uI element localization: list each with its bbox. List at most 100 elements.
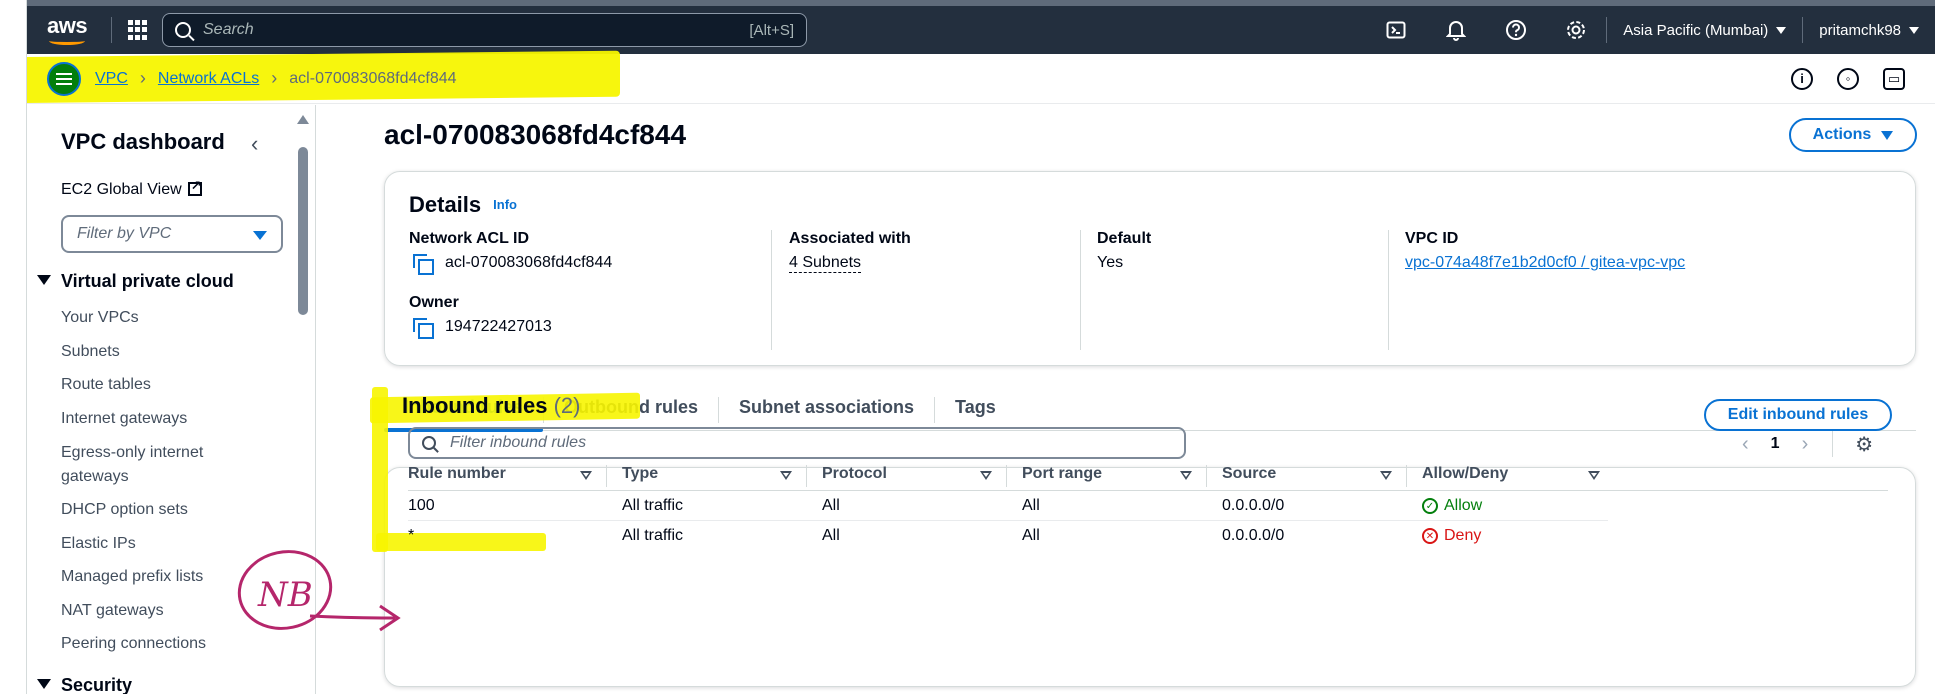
section-label: Security <box>61 675 133 694</box>
type-cell: All traffic <box>622 527 684 544</box>
copy-icon[interactable] <box>413 318 434 339</box>
field-label: Default <box>1097 230 1152 247</box>
sidebar-item-subnets[interactable]: Subnets <box>61 340 271 364</box>
search-input[interactable]: Search [Alt+S] <box>162 13 807 47</box>
info-icon[interactable]: i <box>1791 67 1813 90</box>
chevron-left-icon[interactable]: ‹ <box>251 131 258 157</box>
caret-down-icon <box>37 275 51 285</box>
vpc-id-link[interactable]: vpc-074a48f7e1b2d0cf0 / gitea-vpc-vpc <box>1405 254 1685 272</box>
chevron-right-icon[interactable]: › <box>1802 433 1809 456</box>
allow-status: ✓ Allow <box>1422 497 1482 515</box>
table-row[interactable]: 100 All traffic All All 0.0.0.0/0 ✓ Allo… <box>408 491 1608 521</box>
check-circle-icon: ✓ <box>1422 498 1438 514</box>
tab-subnet-associations[interactable]: Subnet associations <box>719 387 934 431</box>
rule-number-cell: 100 <box>408 497 435 514</box>
port-range-cell: All <box>1022 497 1040 514</box>
edit-inbound-rules-button[interactable]: Edit inbound rules <box>1704 399 1892 431</box>
type-cell: All traffic <box>622 497 684 514</box>
top-icons: Asia Pacific (Mumbai) pritamchk98 <box>1366 6 1935 54</box>
breadcrumb-vpc-link[interactable]: VPC <box>95 70 128 88</box>
scroll-thumb[interactable] <box>298 147 308 315</box>
field-label: Associated with <box>789 230 911 247</box>
account-menu[interactable]: pritamchk98 <box>1803 3 1935 57</box>
aws-smile-icon <box>49 37 85 45</box>
sidebar-section-security[interactable]: Security <box>37 675 132 694</box>
sort-icon[interactable] <box>980 471 992 480</box>
breadcrumb-network-acls-link[interactable]: Network ACLs <box>158 70 259 88</box>
hamburger-menu-button[interactable] <box>47 61 81 96</box>
vpc-filter-select[interactable]: Filter by VPC <box>61 215 283 253</box>
default-field: Default Yes <box>1097 230 1151 272</box>
sort-icon[interactable] <box>1380 471 1392 480</box>
field-value: vpc-074a48f7e1b2d0cf0 / gitea-vpc-vpc <box>1405 254 1685 272</box>
help-icon[interactable] <box>1486 3 1546 57</box>
left-edge <box>0 0 27 694</box>
feedback-monitor-icon[interactable]: ▭ <box>1883 67 1905 90</box>
sort-icon[interactable] <box>780 471 792 480</box>
port-range-cell: All <box>1022 527 1040 544</box>
sort-icon[interactable] <box>1180 471 1192 480</box>
sidebar-title[interactable]: VPC dashboard <box>61 129 225 155</box>
filter-inbound-rules-input[interactable]: Filter inbound rules <box>408 427 1186 459</box>
page: aws Search [Alt+S] Asia Pacific (Mumbai)… <box>0 0 1935 694</box>
network-acl-id-field: Network ACL ID acl-070083068fd4cf844 Own… <box>409 230 612 339</box>
top-navigation-bar: aws Search [Alt+S] Asia Pacific (Mumbai)… <box>27 0 1935 54</box>
divider <box>606 465 607 487</box>
caret-down-icon <box>253 231 267 240</box>
sidebar-section-vpc[interactable]: Virtual private cloud <box>37 271 234 292</box>
chevron-right-icon: › <box>139 68 146 88</box>
protocol-cell: All <box>822 497 840 514</box>
copy-icon[interactable] <box>413 254 434 275</box>
sidebar-item-dhcp-option-sets[interactable]: DHCP option sets <box>61 498 271 522</box>
info-link[interactable]: Info <box>493 197 517 212</box>
vpc-filter-placeholder: Filter by VPC <box>77 225 172 242</box>
sidebar-item-internet-gateways[interactable]: Internet gateways <box>61 407 271 431</box>
associated-subnets-link[interactable]: 4 Subnets <box>789 254 862 273</box>
breadcrumb: VPC › Network ACLs › acl-070083068fd4cf8… <box>95 68 457 89</box>
column-header-source[interactable]: Source <box>1222 465 1276 483</box>
divider <box>771 230 772 350</box>
vpc-id-field: VPC ID vpc-074a48f7e1b2d0cf0 / gitea-vpc… <box>1405 230 1685 272</box>
chevron-left-icon[interactable]: ‹ <box>1742 433 1749 456</box>
column-header-protocol[interactable]: Protocol <box>822 465 887 483</box>
action-label: Deny <box>1444 527 1482 544</box>
region-selector[interactable]: Asia Pacific (Mumbai) <box>1607 3 1802 57</box>
column-header-type[interactable]: Type <box>622 465 658 483</box>
field-value: 194722427013 <box>409 318 612 339</box>
services-grid-icon[interactable] <box>128 20 148 40</box>
sort-icon[interactable] <box>580 471 592 480</box>
filter-placeholder: Filter inbound rules <box>450 434 587 451</box>
aws-logo-text: aws <box>47 13 88 38</box>
column-header-rule-number[interactable]: Rule number <box>408 465 506 483</box>
field-label: Owner <box>409 294 459 311</box>
settings-gear-icon[interactable]: ⚙ <box>1855 432 1873 457</box>
caret-down-icon <box>37 679 51 689</box>
section-label: Virtual private cloud <box>61 271 234 291</box>
sidebar-item-egress-only-gateways[interactable]: Egress-only internet gateways <box>61 441 271 489</box>
inbound-rules-count: (2) <box>553 393 581 418</box>
source-cell: 0.0.0.0/0 <box>1222 527 1285 544</box>
sidebar-item-your-vpcs[interactable]: Your VPCs <box>61 306 271 330</box>
inbound-rules-heading: Inbound rules <box>402 393 548 418</box>
search-icon <box>422 436 436 450</box>
protocol-cell: All <box>822 527 840 544</box>
tab-tags[interactable]: Tags <box>935 387 1016 431</box>
aws-logo[interactable]: aws <box>47 13 88 47</box>
sidebar-item-route-tables[interactable]: Route tables <box>61 373 271 397</box>
region-label: Asia Pacific (Mumbai) <box>1623 21 1769 39</box>
actions-button[interactable]: Actions <box>1789 118 1917 152</box>
gear-icon[interactable] <box>1546 3 1606 57</box>
breadcrumb-bar: VPC › Network ACLs › acl-070083068fd4cf8… <box>0 50 1935 104</box>
sort-icon[interactable] <box>1588 471 1600 480</box>
table-row[interactable]: * All traffic All All 0.0.0.0/0 ✕ Deny <box>408 521 1608 551</box>
scroll-up-arrow-icon[interactable] <box>297 115 309 124</box>
chevron-right-icon: › <box>271 68 278 88</box>
hexagon-icon[interactable]: ◦ <box>1837 67 1859 90</box>
bell-icon[interactable] <box>1426 3 1486 57</box>
cloudshell-icon[interactable] <box>1366 3 1426 57</box>
column-header-port-range[interactable]: Port range <box>1022 465 1102 483</box>
column-header-allow-deny[interactable]: Allow/Deny <box>1422 465 1508 483</box>
page-number[interactable]: 1 <box>1771 435 1780 453</box>
search-icon <box>175 22 191 38</box>
ec2-global-view-link[interactable]: EC2 Global View <box>61 178 202 199</box>
